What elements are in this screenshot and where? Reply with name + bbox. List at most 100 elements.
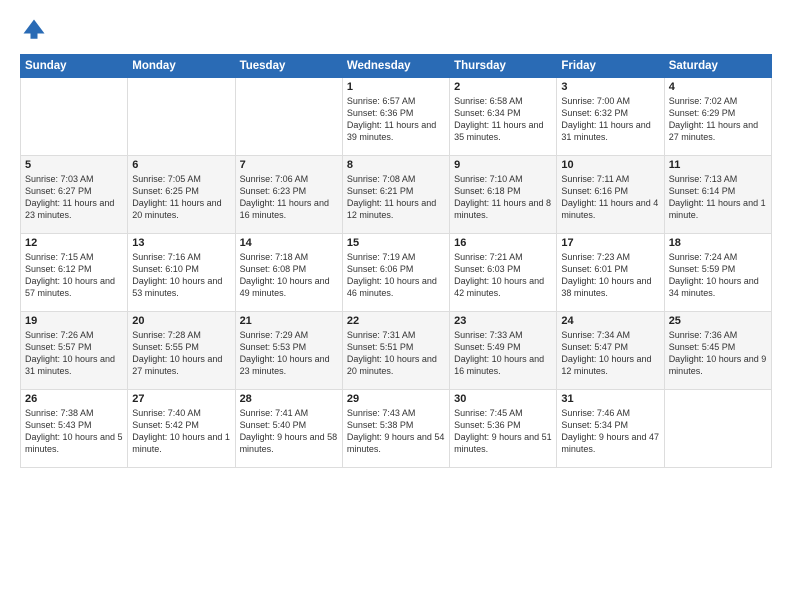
day-number: 28 — [240, 393, 338, 405]
cell-info: Sunrise: 7:33 AM Sunset: 5:49 PM Dayligh… — [454, 329, 552, 378]
calendar-cell: 9Sunrise: 7:10 AM Sunset: 6:18 PM Daylig… — [450, 156, 557, 234]
day-number: 3 — [561, 81, 659, 93]
weekday-header-monday: Monday — [128, 55, 235, 78]
cell-info: Sunrise: 7:21 AM Sunset: 6:03 PM Dayligh… — [454, 251, 552, 300]
day-number: 24 — [561, 315, 659, 327]
day-number: 6 — [132, 159, 230, 171]
day-number: 9 — [454, 159, 552, 171]
day-number: 17 — [561, 237, 659, 249]
day-number: 11 — [669, 159, 767, 171]
calendar-cell — [21, 78, 128, 156]
calendar-cell: 22Sunrise: 7:31 AM Sunset: 5:51 PM Dayli… — [342, 312, 449, 390]
calendar-cell: 12 Sunrise: 7:15 AM Sunset: 6:12 PM Dayli… — [21, 234, 128, 312]
day-number: 8 — [347, 159, 445, 171]
weekday-header-thursday: Thursday — [450, 55, 557, 78]
calendar-cell: 8 Sunrise: 7:08 AM Sunset: 6:21 PM Daylig… — [342, 156, 449, 234]
cell-info: Sunrise: 7:45 AM Sunset: 5:36 PM Dayligh… — [454, 407, 552, 456]
day-number: 20 — [132, 315, 230, 327]
day-number: 23 — [454, 315, 552, 327]
calendar-cell — [235, 78, 342, 156]
day-number: 31 — [561, 393, 659, 405]
day-number: 12 — [25, 237, 123, 249]
header — [20, 16, 772, 44]
calendar-cell: 24 Sunrise: 7:34 AM Sunset: 5:47 PM Dayli… — [557, 312, 664, 390]
cell-info: Sunrise: 7:05 AM Sunset: 6:25 PM Dayligh… — [132, 173, 230, 222]
week-row-2: 5 Sunrise: 7:03 AM Sunset: 6:27 PM Daylig… — [21, 156, 772, 234]
weekday-header-sunday: Sunday — [21, 55, 128, 78]
cell-info: Sunrise: 7:40 AM Sunset: 5:42 PM Dayligh… — [132, 407, 230, 456]
cell-info: Sunrise: 7:08 AM Sunset: 6:21 PM Dayligh… — [347, 173, 445, 222]
weekday-header-tuesday: Tuesday — [235, 55, 342, 78]
calendar-cell: 6 Sunrise: 7:05 AM Sunset: 6:25 PM Daylig… — [128, 156, 235, 234]
cell-info: Sunrise: 7:38 AM Sunset: 5:43 PM Dayligh… — [25, 407, 123, 456]
day-number: 27 — [132, 393, 230, 405]
weekday-header-saturday: Saturday — [664, 55, 771, 78]
weekday-header-row: SundayMondayTuesdayWednesdayThursdayFrid… — [21, 55, 772, 78]
calendar-cell: 27 Sunrise: 7:40 AM Sunset: 5:42 PM Dayli… — [128, 390, 235, 468]
day-number: 21 — [240, 315, 338, 327]
week-row-4: 19 Sunrise: 7:26 AM Sunset: 5:57 PM Dayli… — [21, 312, 772, 390]
cell-info: Sunrise: 7:28 AM Sunset: 5:55 PM Dayligh… — [132, 329, 230, 378]
cell-info: Sunrise: 7:16 AM Sunset: 6:10 PM Dayligh… — [132, 251, 230, 300]
cell-info: Sunrise: 7:31 AM Sunset: 5:51 PM Dayligh… — [347, 329, 445, 378]
calendar-cell: 18Sunrise: 7:24 AM Sunset: 5:59 PM Dayli… — [664, 234, 771, 312]
cell-info: Sunrise: 7:36 AM Sunset: 5:45 PM Dayligh… — [669, 329, 767, 378]
calendar-cell: 30 Sunrise: 7:45 AM Sunset: 5:36 PM Dayli… — [450, 390, 557, 468]
calendar-cell: 14Sunrise: 7:18 AM Sunset: 6:08 PM Dayli… — [235, 234, 342, 312]
day-number: 30 — [454, 393, 552, 405]
calendar-cell — [664, 390, 771, 468]
calendar-cell: 28 Sunrise: 7:41 AM Sunset: 5:40 PM Dayli… — [235, 390, 342, 468]
cell-info: Sunrise: 7:06 AM Sunset: 6:23 PM Dayligh… — [240, 173, 338, 222]
day-number: 2 — [454, 81, 552, 93]
cell-info: Sunrise: 7:00 AM Sunset: 6:32 PM Dayligh… — [561, 95, 659, 144]
cell-info: Sunrise: 7:02 AM Sunset: 6:29 PM Dayligh… — [669, 95, 767, 144]
calendar-cell: 3 Sunrise: 7:00 AM Sunset: 6:32 PM Daylig… — [557, 78, 664, 156]
cell-info: Sunrise: 7:11 AM Sunset: 6:16 PM Dayligh… — [561, 173, 659, 222]
calendar-cell — [128, 78, 235, 156]
day-number: 26 — [25, 393, 123, 405]
cell-info: Sunrise: 7:15 AM Sunset: 6:12 PM Dayligh… — [25, 251, 123, 300]
calendar-cell: 20 Sunrise: 7:28 AM Sunset: 5:55 PM Dayli… — [128, 312, 235, 390]
calendar-cell: 5 Sunrise: 7:03 AM Sunset: 6:27 PM Daylig… — [21, 156, 128, 234]
calendar-cell: 15Sunrise: 7:19 AM Sunset: 6:06 PM Dayli… — [342, 234, 449, 312]
cell-info: Sunrise: 7:13 AM Sunset: 6:14 PM Dayligh… — [669, 173, 767, 222]
page: SundayMondayTuesdayWednesdayThursdayFrid… — [0, 0, 792, 612]
cell-info: Sunrise: 6:57 AM Sunset: 6:36 PM Dayligh… — [347, 95, 445, 144]
weekday-header-wednesday: Wednesday — [342, 55, 449, 78]
day-number: 5 — [25, 159, 123, 171]
cell-info: Sunrise: 7:18 AM Sunset: 6:08 PM Dayligh… — [240, 251, 338, 300]
day-number: 18 — [669, 237, 767, 249]
cell-info: Sunrise: 7:19 AM Sunset: 6:06 PM Dayligh… — [347, 251, 445, 300]
calendar-cell: 31 Sunrise: 7:46 AM Sunset: 5:34 PM Dayli… — [557, 390, 664, 468]
calendar-cell: 11 Sunrise: 7:13 AM Sunset: 6:14 PM Dayli… — [664, 156, 771, 234]
calendar-cell: 29 Sunrise: 7:43 AM Sunset: 5:38 PM Dayli… — [342, 390, 449, 468]
weekday-header-friday: Friday — [557, 55, 664, 78]
calendar-cell: 26 Sunrise: 7:38 AM Sunset: 5:43 PM Dayli… — [21, 390, 128, 468]
cell-info: Sunrise: 7:34 AM Sunset: 5:47 PM Dayligh… — [561, 329, 659, 378]
calendar-cell: 23 Sunrise: 7:33 AM Sunset: 5:49 PM Dayli… — [450, 312, 557, 390]
cell-info: Sunrise: 7:26 AM Sunset: 5:57 PM Dayligh… — [25, 329, 123, 378]
calendar-cell: 16 Sunrise: 7:21 AM Sunset: 6:03 PM Dayli… — [450, 234, 557, 312]
calendar-cell: 4 Sunrise: 7:02 AM Sunset: 6:29 PM Daylig… — [664, 78, 771, 156]
cell-info: Sunrise: 7:03 AM Sunset: 6:27 PM Dayligh… — [25, 173, 123, 222]
calendar-cell: 7 Sunrise: 7:06 AM Sunset: 6:23 PM Daylig… — [235, 156, 342, 234]
cell-info: Sunrise: 7:43 AM Sunset: 5:38 PM Dayligh… — [347, 407, 445, 456]
calendar-cell: 2 Sunrise: 6:58 AM Sunset: 6:34 PM Daylig… — [450, 78, 557, 156]
day-number: 16 — [454, 237, 552, 249]
week-row-1: 1Sunrise: 6:57 AM Sunset: 6:36 PM Daylig… — [21, 78, 772, 156]
calendar-cell: 1Sunrise: 6:57 AM Sunset: 6:36 PM Daylig… — [342, 78, 449, 156]
calendar-cell: 17Sunrise: 7:23 AM Sunset: 6:01 PM Dayli… — [557, 234, 664, 312]
day-number: 4 — [669, 81, 767, 93]
calendar-cell: 10Sunrise: 7:11 AM Sunset: 6:16 PM Dayli… — [557, 156, 664, 234]
day-number: 13 — [132, 237, 230, 249]
day-number: 7 — [240, 159, 338, 171]
cell-info: Sunrise: 7:46 AM Sunset: 5:34 PM Dayligh… — [561, 407, 659, 456]
calendar-cell: 13 Sunrise: 7:16 AM Sunset: 6:10 PM Dayli… — [128, 234, 235, 312]
day-number: 25 — [669, 315, 767, 327]
day-number: 29 — [347, 393, 445, 405]
cell-info: Sunrise: 7:29 AM Sunset: 5:53 PM Dayligh… — [240, 329, 338, 378]
cell-info: Sunrise: 7:41 AM Sunset: 5:40 PM Dayligh… — [240, 407, 338, 456]
calendar-cell: 19 Sunrise: 7:26 AM Sunset: 5:57 PM Dayli… — [21, 312, 128, 390]
cell-info: Sunrise: 6:58 AM Sunset: 6:34 PM Dayligh… — [454, 95, 552, 144]
day-number: 19 — [25, 315, 123, 327]
